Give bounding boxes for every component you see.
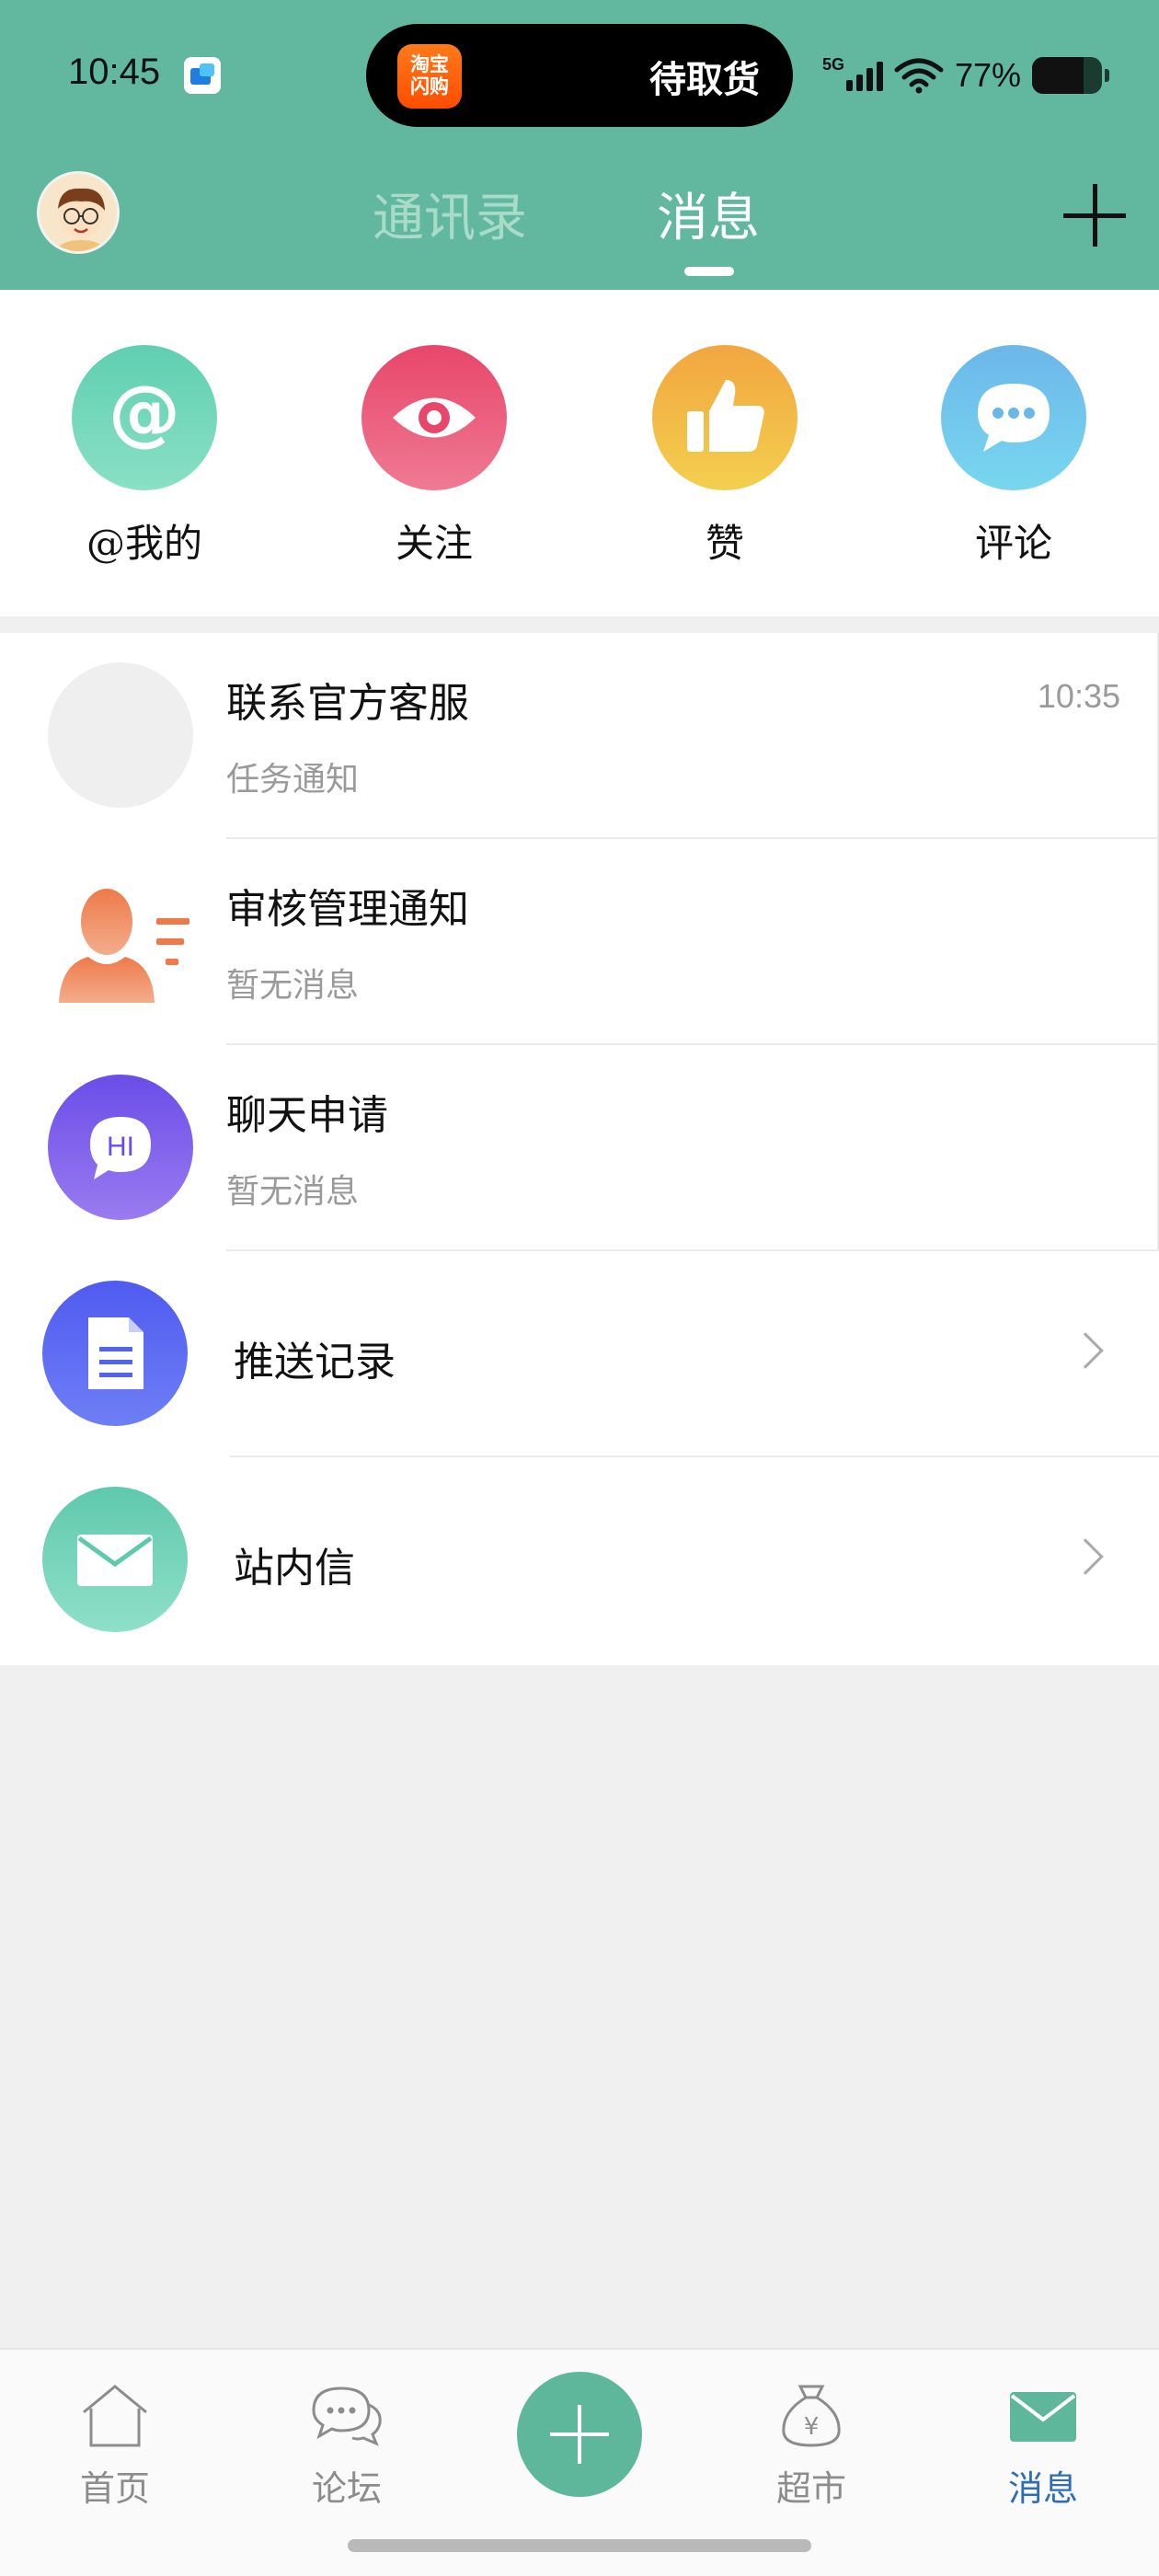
- quick-action-label: @我的: [86, 521, 202, 566]
- hi-chat-icon: HI: [48, 1075, 193, 1220]
- message-row-review-notice[interactable]: 审核管理通知 暂无消息: [0, 839, 1159, 1045]
- person-list-icon: [59, 889, 189, 1003]
- message-title: 联系官方客服: [226, 680, 469, 727]
- active-tab-indicator: [684, 267, 734, 276]
- message-row-chat-request[interactable]: HI 聊天申请 暂无消息: [0, 1045, 1159, 1251]
- message-preview: 任务通知: [226, 761, 360, 799]
- battery-percent: 77%: [955, 56, 1022, 94]
- message-row-customer-service[interactable]: 联系官方客服 任务通知 10:35: [0, 633, 1159, 839]
- status-time: 10:45: [68, 52, 161, 92]
- message-preview: 暂无消息: [226, 967, 360, 1005]
- message-time: 10:35: [1037, 677, 1120, 715]
- nav-label: 超市: [775, 2468, 846, 2509]
- nav-supermarket[interactable]: ¥ 超市: [738, 2381, 885, 2511]
- yen-symbol: ¥: [804, 2413, 820, 2441]
- island-status-text: 待取货: [649, 59, 760, 101]
- nav-forum[interactable]: 论坛: [273, 2381, 420, 2511]
- chevron-right-icon: [1067, 1538, 1104, 1575]
- document-icon: [42, 1281, 188, 1426]
- message-preview: 暂无消息: [226, 1173, 360, 1211]
- message-row-inbox[interactable]: 站内信: [0, 1457, 1159, 1663]
- wifi-icon: [894, 58, 944, 94]
- svg-text:@: @: [109, 372, 180, 454]
- dynamic-island[interactable]: 淘宝 闪购 待取货: [366, 24, 793, 127]
- avatar[interactable]: [37, 171, 120, 254]
- quick-actions: @ @我的 关注 赞 评论: [0, 290, 1159, 616]
- header: 10:45 淘宝 闪购 待取货 5G 77% 通讯录 消息: [0, 0, 1159, 290]
- quick-action-at-me[interactable]: @ @我的: [52, 345, 236, 569]
- message-title: 站内信: [234, 1545, 355, 1592]
- island-app-label: 淘宝 闪购: [410, 53, 449, 98]
- message-list: 联系官方客服 任务通知 10:35 审核管理通知 暂无消息 HI 聊天申请 暂无…: [0, 633, 1159, 1665]
- message-title: 聊天申请: [226, 1092, 388, 1139]
- tab-contacts[interactable]: 通讯录: [373, 177, 527, 251]
- money-bag-icon: ¥: [782, 2385, 841, 2447]
- add-button[interactable]: [1060, 180, 1130, 250]
- mail-icon: [1010, 2392, 1076, 2442]
- chat-bubble-icon: [941, 345, 1086, 490]
- quick-action-label: 关注: [395, 521, 473, 566]
- chevron-right-icon: [1067, 1332, 1104, 1369]
- message-title: 推送记录: [234, 1339, 396, 1386]
- eye-icon: [361, 345, 507, 490]
- home-indicator[interactable]: [348, 2539, 811, 2552]
- publish-plus-button[interactable]: [517, 2372, 642, 2497]
- nav-label: 消息: [1007, 2468, 1078, 2509]
- tab-messages[interactable]: 消息: [657, 177, 760, 251]
- thumbs-up-icon: [652, 345, 798, 490]
- mail-icon: [42, 1487, 188, 1632]
- quick-action-label: 评论: [974, 521, 1052, 566]
- message-title: 审核管理通知: [226, 886, 469, 933]
- home-icon: [83, 2385, 147, 2447]
- nav-messages[interactable]: 消息: [970, 2381, 1117, 2511]
- signal-icon: [846, 60, 884, 91]
- taobao-flash-icon: 淘宝 闪购: [397, 44, 462, 109]
- quick-action-like[interactable]: 赞: [633, 345, 817, 569]
- notification-app-icon: [184, 57, 221, 94]
- hi-text: HI: [107, 1132, 134, 1162]
- nav-label: 论坛: [311, 2468, 382, 2509]
- placeholder-avatar: [48, 662, 193, 808]
- nav-label: 首页: [79, 2468, 150, 2509]
- network-type: 5G: [822, 54, 845, 74]
- battery-icon: [1032, 57, 1110, 94]
- quick-action-follow[interactable]: 关注: [342, 345, 526, 569]
- quick-action-comment[interactable]: 评论: [922, 345, 1106, 569]
- message-row-push-records[interactable]: 推送记录: [0, 1251, 1159, 1457]
- quick-action-label: 赞: [705, 521, 744, 566]
- status-indicators: 5G 77%: [822, 48, 1110, 103]
- nav-home[interactable]: 首页: [41, 2381, 189, 2511]
- at-icon: @: [72, 345, 217, 490]
- avatar-cartoon-icon: [55, 188, 107, 251]
- forum-icon: [312, 2386, 382, 2446]
